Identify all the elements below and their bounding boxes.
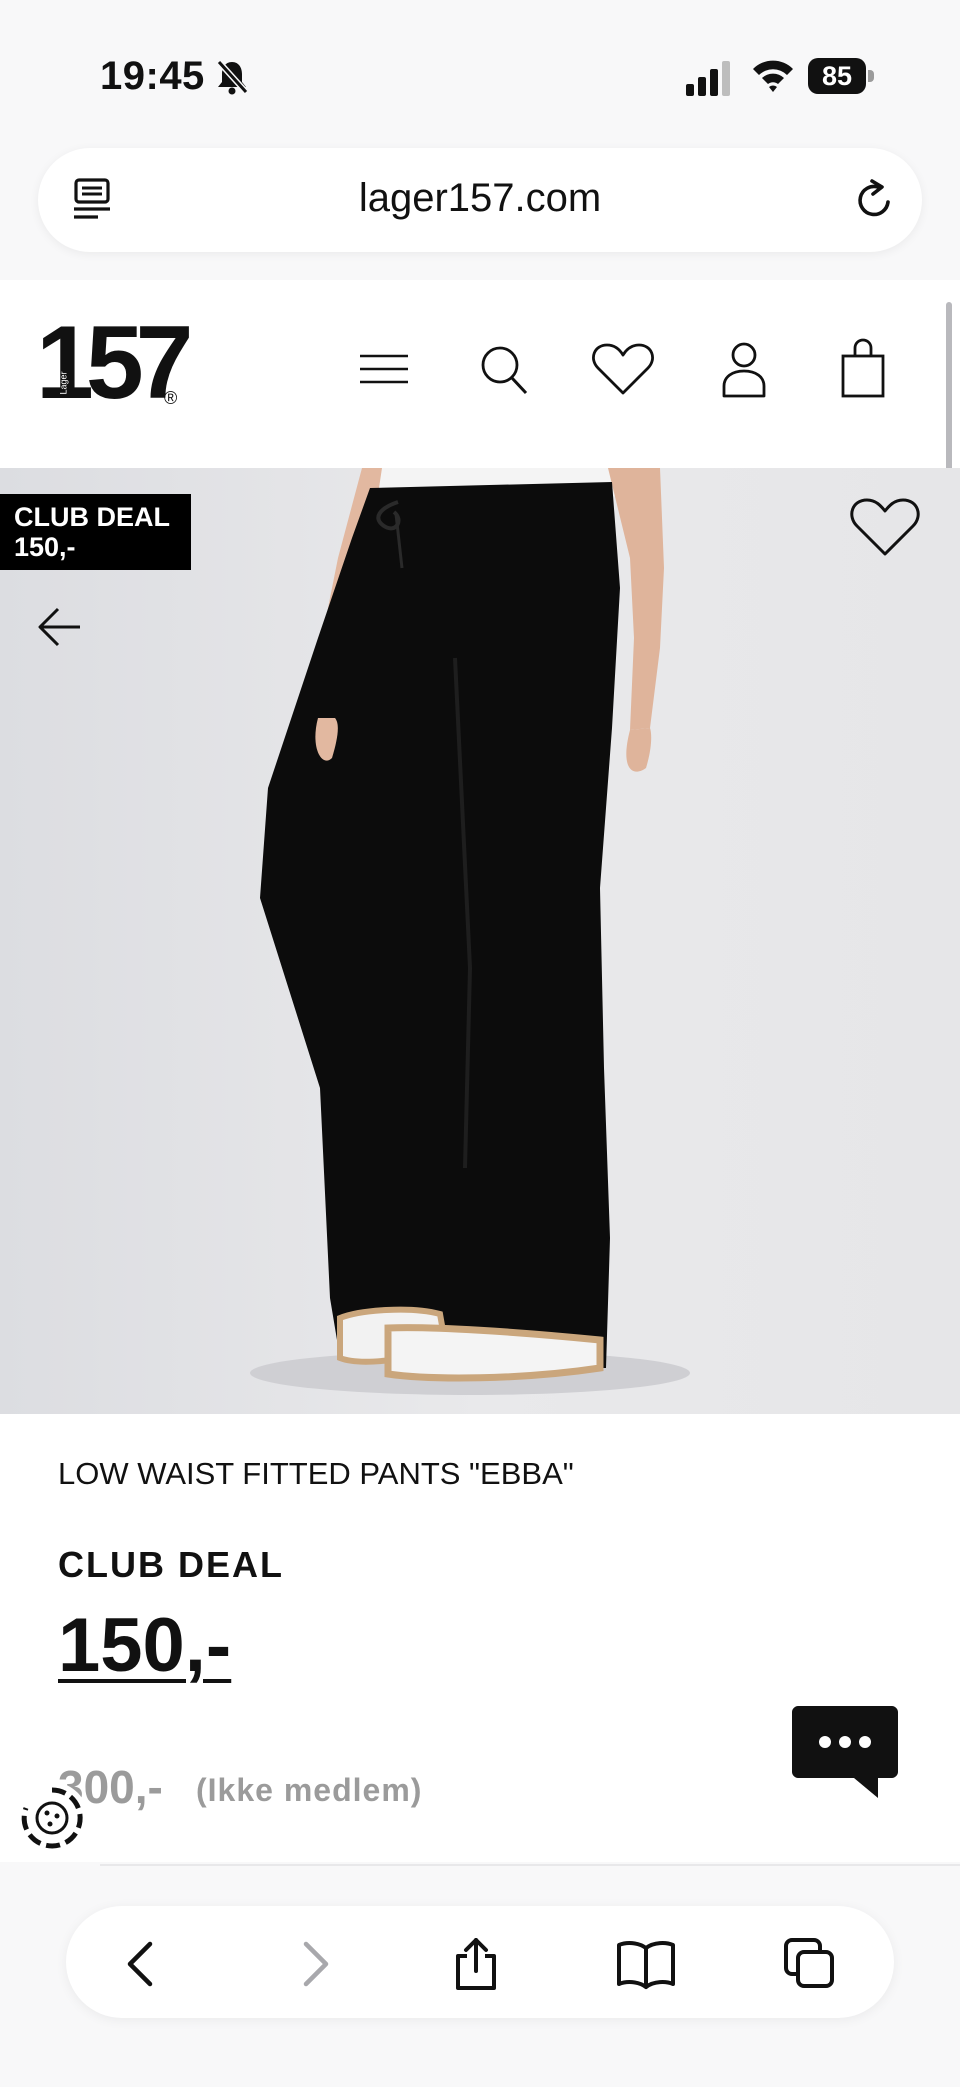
- product-name: LOW WAIST FITTED PANTS "EBBA": [58, 1456, 574, 1491]
- reload-icon[interactable]: [852, 178, 896, 222]
- user-icon[interactable]: [716, 338, 772, 400]
- logo-small-text: Lager: [58, 371, 69, 395]
- search-icon[interactable]: [476, 338, 532, 400]
- url-text[interactable]: lager157.com: [0, 176, 960, 221]
- battery-percent: 85: [821, 61, 853, 91]
- club-deal-badge: CLUB DEAL 150,-: [0, 494, 191, 570]
- badge-label: CLUB DEAL: [14, 502, 170, 532]
- status-time: 19:45: [100, 54, 205, 98]
- logo-registered: ®: [164, 388, 178, 408]
- original-price-note: (Ikke medlem): [196, 1772, 423, 1808]
- battery-indicator: 85: [808, 58, 876, 96]
- bottom-divider: [100, 1864, 960, 1866]
- back-icon[interactable]: [116, 1938, 168, 1990]
- heart-icon[interactable]: [590, 338, 656, 400]
- share-icon[interactable]: [450, 1938, 502, 1990]
- cellular-signal-icon: [686, 61, 730, 96]
- product-image[interactable]: [0, 468, 960, 1414]
- bookmarks-icon[interactable]: [616, 1938, 676, 1990]
- back-arrow-icon[interactable]: [36, 604, 82, 650]
- product-photo: [250, 468, 690, 1395]
- badge-price: 150,-: [14, 532, 76, 562]
- chat-icon[interactable]: [792, 1706, 898, 1800]
- club-deal-label: CLUB DEAL: [58, 1544, 284, 1585]
- club-deal-price: 150,-: [58, 1603, 232, 1688]
- forward-icon[interactable]: [288, 1938, 340, 1990]
- bag-icon[interactable]: [836, 338, 892, 400]
- tabs-icon[interactable]: [784, 1938, 836, 1990]
- wifi-icon: [753, 60, 793, 92]
- cookie-consent-icon[interactable]: [16, 1782, 88, 1854]
- menu-icon[interactable]: [356, 338, 412, 400]
- wishlist-heart-icon[interactable]: [848, 492, 922, 562]
- site-logo[interactable]: 157 Lager ®: [36, 305, 194, 421]
- silent-bell-icon: [216, 59, 249, 95]
